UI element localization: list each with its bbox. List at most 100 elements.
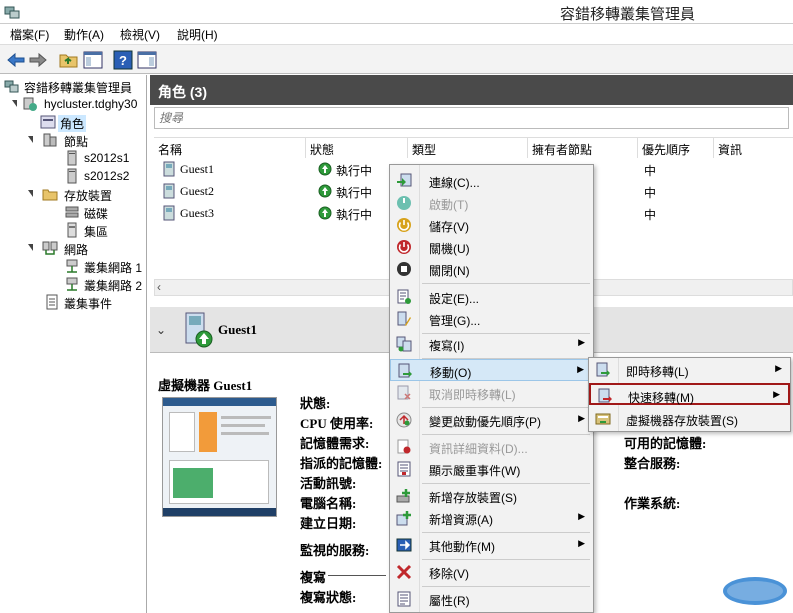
live-migration-icon bbox=[596, 362, 610, 377]
menu-item-change-start-priority[interactable]: 變更啟動優先順序(P) ▶ bbox=[390, 409, 593, 431]
replication-divider bbox=[328, 575, 386, 576]
menu-item-properties[interactable]: 屬性(R) bbox=[390, 588, 593, 610]
menu-item-replicate[interactable]: 複寫(I) ▶ bbox=[390, 333, 593, 355]
menu-help[interactable]: 說明(H) bbox=[177, 26, 218, 43]
tree-label: 容錯移轉叢集管理員 bbox=[24, 81, 133, 95]
running-status-icon bbox=[318, 206, 332, 220]
turnoff-icon bbox=[397, 262, 411, 276]
menu-separator bbox=[422, 283, 590, 284]
network-icon bbox=[66, 259, 78, 273]
menu-item-more-actions[interactable]: 其他動作(M) ▶ bbox=[390, 534, 593, 556]
replicate-icon bbox=[396, 336, 412, 352]
help-icon[interactable]: ? bbox=[112, 49, 134, 71]
search-box[interactable] bbox=[154, 107, 789, 129]
save-icon bbox=[397, 218, 411, 232]
row-name: Guest3 bbox=[180, 206, 214, 220]
collapse-arrow-icon[interactable] bbox=[28, 190, 33, 197]
priority-icon bbox=[396, 412, 412, 428]
collapse-arrow-icon[interactable] bbox=[28, 136, 33, 143]
column-header-name[interactable]: 名稱 bbox=[154, 138, 306, 158]
disk-icon bbox=[65, 206, 79, 218]
column-header-status[interactable]: 狀態 bbox=[306, 138, 408, 158]
column-header-owner[interactable]: 擁有者節點 bbox=[528, 138, 638, 158]
menu-item-label: 屬性(R) bbox=[429, 594, 470, 608]
menu-item-start[interactable]: 啟動(T) bbox=[390, 192, 593, 214]
running-status-icon bbox=[318, 162, 332, 176]
label-integration: 整合服務: bbox=[624, 456, 681, 471]
label-available-mem: 可用的記憶體: bbox=[624, 436, 707, 451]
label-created: 建立日期: bbox=[300, 516, 357, 531]
menu-file[interactable]: 檔案(F) bbox=[10, 26, 49, 43]
menu-action[interactable]: 動作(A) bbox=[64, 26, 104, 43]
label-computer-name: 電腦名稱: bbox=[300, 496, 357, 511]
back-icon[interactable] bbox=[5, 49, 27, 71]
submenu-arrow-icon: ▶ bbox=[578, 413, 585, 423]
row-priority: 中 bbox=[644, 164, 657, 178]
tree-label: s2012s2 bbox=[84, 169, 130, 183]
server-icon bbox=[67, 168, 77, 184]
pool-icon bbox=[67, 222, 77, 238]
collapse-arrow-icon[interactable] bbox=[12, 100, 17, 107]
up-folder-icon[interactable] bbox=[58, 49, 80, 71]
collapse-chevron-icon[interactable]: ⌄ bbox=[156, 323, 166, 337]
menu-item-move[interactable]: 移動(O) ▶ bbox=[390, 359, 593, 381]
collapse-arrow-icon[interactable] bbox=[28, 244, 33, 251]
action-pane-icon[interactable] bbox=[136, 49, 158, 71]
menu-item-save[interactable]: 儲存(V) bbox=[390, 214, 593, 236]
tree-label: 角色 bbox=[58, 115, 87, 132]
menu-item-label: 顯示嚴重事件(W) bbox=[429, 464, 521, 478]
tree-label: 叢集事件 bbox=[64, 297, 113, 311]
tree-label: 存放裝置 bbox=[64, 189, 113, 203]
vm-large-icon bbox=[185, 312, 213, 348]
svg-text:?: ? bbox=[119, 53, 127, 68]
menu-item-label: 連線(C)... bbox=[429, 176, 480, 190]
menu-item-show-critical-events[interactable]: 顯示嚴重事件(W) bbox=[390, 458, 593, 480]
navigation-tree: 容錯移轉叢集管理員 hycluster.tdghy30 角色 節點 s2012s… bbox=[0, 75, 147, 613]
search-input[interactable] bbox=[155, 108, 788, 128]
column-header-type[interactable]: 類型 bbox=[408, 138, 528, 158]
tree-label: 叢集網路 1 bbox=[84, 261, 143, 275]
label-status: 狀態: bbox=[300, 396, 331, 411]
submenu-arrow-icon: ▶ bbox=[577, 364, 584, 374]
row-status: 執行中 bbox=[336, 186, 373, 200]
menu-item-add-storage[interactable]: 新增存放裝置(S) bbox=[390, 485, 593, 507]
roles-header: 角色 (3) bbox=[150, 75, 793, 105]
menu-item-label: 即時移轉(L) bbox=[626, 365, 689, 379]
menu-item-label: 快速移轉(M) bbox=[628, 391, 694, 405]
menu-item-shutdown[interactable]: 關機(U) bbox=[390, 236, 593, 258]
row-priority: 中 bbox=[644, 208, 657, 222]
vm-icon bbox=[163, 205, 175, 221]
menu-view[interactable]: 檢視(V) bbox=[120, 26, 160, 43]
show-hide-tree-icon[interactable] bbox=[82, 49, 104, 71]
submenu-arrow-icon: ▶ bbox=[578, 337, 585, 347]
menu-item-quick-migration[interactable]: 快速移轉(M) ▶ bbox=[589, 383, 790, 405]
detail-section-title: 虛擬機器 Guest1 bbox=[158, 378, 253, 393]
menu-item-vm-storage[interactable]: 虛擬機器存放裝置(S) bbox=[589, 408, 790, 430]
menu-item-turnoff[interactable]: 關閉(N) bbox=[390, 258, 593, 280]
manage-icon bbox=[397, 311, 411, 326]
tree-label: 叢集網路 2 bbox=[84, 279, 143, 293]
menu-item-remove[interactable]: 移除(V) bbox=[390, 561, 593, 583]
scroll-left-icon[interactable]: ‹ bbox=[157, 280, 161, 294]
submenu-arrow-icon: ▶ bbox=[578, 538, 585, 548]
menu-bar: 檔案(F) 動作(A) 檢視(V) 說明(H) bbox=[0, 24, 793, 44]
forward-icon[interactable] bbox=[27, 49, 49, 71]
menu-item-connect[interactable]: 連線(C)... bbox=[390, 170, 593, 192]
column-header-info[interactable]: 資訊 bbox=[714, 138, 793, 158]
menu-item-label: 其他動作(M) bbox=[429, 540, 495, 554]
menu-item-settings[interactable]: 設定(E)... bbox=[390, 286, 593, 308]
remove-icon bbox=[396, 564, 412, 580]
row-status: 執行中 bbox=[336, 208, 373, 222]
menu-item-live-migration[interactable]: 即時移轉(L) ▶ bbox=[589, 359, 790, 381]
menu-item-label: 虛擬機器存放裝置(S) bbox=[626, 414, 738, 428]
menu-item-cancel-live-migration[interactable]: 取消即時移轉(L) bbox=[390, 382, 593, 404]
menu-item-add-resource[interactable]: 新增資源(A) ▶ bbox=[390, 507, 593, 529]
menu-item-label: 變更啟動優先順序(P) bbox=[429, 415, 541, 429]
menu-item-info-details[interactable]: 資訊詳細資料(D)... bbox=[390, 436, 593, 458]
menu-item-manage[interactable]: 管理(G)... bbox=[390, 308, 593, 330]
tree-label: 磁碟 bbox=[84, 207, 109, 221]
column-header-priority[interactable]: 優先順序 bbox=[638, 138, 714, 158]
submenu-arrow-icon: ▶ bbox=[775, 363, 782, 373]
submenu-arrow-icon: ▶ bbox=[578, 511, 585, 521]
running-status-icon bbox=[318, 184, 332, 198]
